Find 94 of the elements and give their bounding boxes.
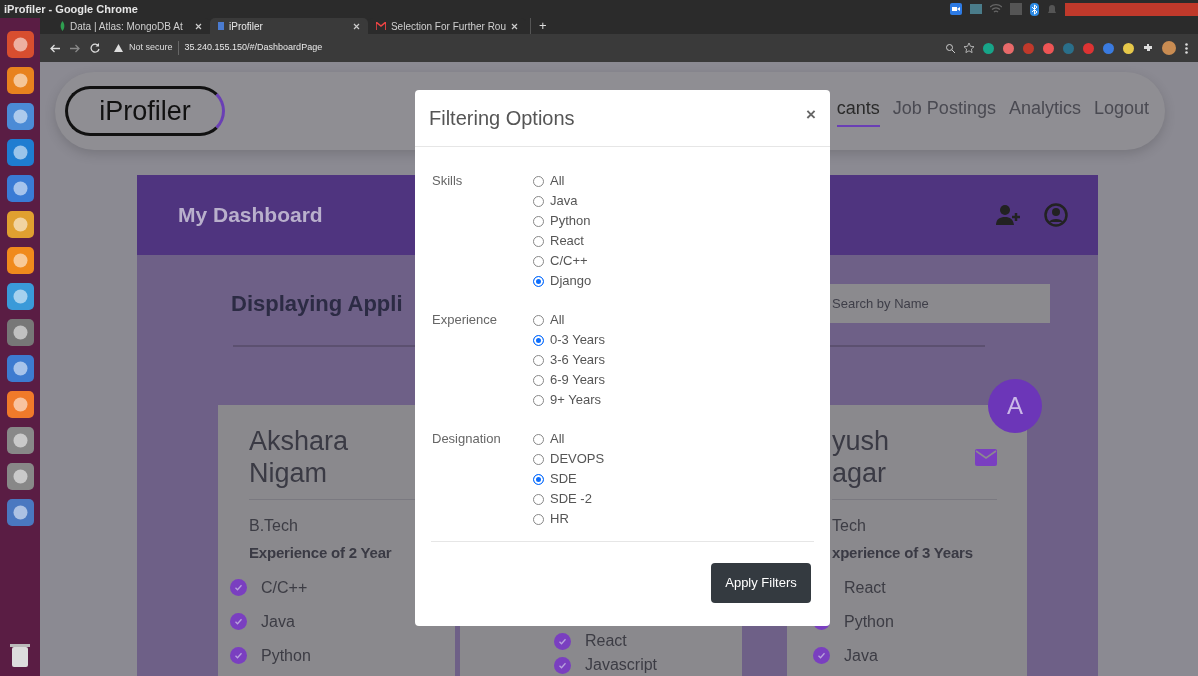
- app-launcher-icon[interactable]: [6, 211, 34, 238]
- skill-label: Java: [844, 646, 878, 665]
- skill-label: React: [585, 632, 627, 650]
- close-icon[interactable]: [195, 22, 202, 30]
- skill-label: Javascript: [585, 656, 658, 674]
- url-text[interactable]: 35.240.155.150/#/DashboardPage: [184, 41, 323, 55]
- apply-filters-button[interactable]: Apply Filters: [711, 563, 811, 603]
- experience-text: xperience of 3 Years: [832, 543, 974, 563]
- video-camera-icon: [950, 3, 962, 15]
- wifi-icon: [990, 4, 1002, 14]
- radio-option[interactable]: 6-9 Years: [533, 370, 605, 390]
- leaf-icon: [60, 21, 65, 31]
- skill-label: Python: [844, 612, 894, 631]
- app-launcher-icon[interactable]: [6, 103, 34, 130]
- app-launcher-icon[interactable]: [6, 499, 34, 526]
- degree-text: Tech: [832, 516, 867, 536]
- check-circle-icon: [813, 647, 830, 664]
- check-circle-icon: [554, 632, 571, 650]
- browser-tab[interactable]: iProfiler: [210, 18, 368, 34]
- filter-label: Skills: [432, 172, 464, 190]
- applicant-name: agar: [832, 457, 888, 489]
- radio-option[interactable]: 3-6 Years: [533, 350, 605, 370]
- close-icon[interactable]: [353, 22, 360, 30]
- check-circle-icon: [230, 647, 247, 664]
- bluetooth-icon: [1030, 2, 1039, 16]
- radio-option[interactable]: SDE -2: [533, 489, 605, 509]
- window-title: iProfiler - Google Chrome: [4, 1, 138, 17]
- check-circle-icon: [230, 613, 247, 630]
- radio-option[interactable]: 9+ Years: [533, 390, 605, 410]
- check-circle-icon: [230, 579, 247, 596]
- extension-icon[interactable]: [1123, 42, 1134, 54]
- radio-option[interactable]: All: [533, 310, 605, 330]
- app-launcher-icon[interactable]: [6, 31, 34, 58]
- reload-icon[interactable]: [90, 43, 100, 53]
- radio-option[interactable]: Java: [533, 191, 592, 211]
- avatar-badge: A: [988, 379, 1042, 433]
- puzzle-icon[interactable]: [1143, 43, 1153, 53]
- dialog-title: Filtering Options: [429, 106, 575, 131]
- bell-icon: [1047, 3, 1057, 15]
- app-launcher-icon[interactable]: [6, 319, 34, 346]
- radio-option[interactable]: React: [533, 231, 592, 251]
- radio-option[interactable]: SDE: [533, 469, 605, 489]
- monitor-icon: [970, 3, 982, 15]
- security-label: Not secure: [129, 41, 179, 55]
- app-launcher-icon[interactable]: [6, 139, 34, 166]
- app-launcher-icon[interactable]: [6, 175, 34, 202]
- search-field[interactable]: Search by Name: [830, 283, 1050, 323]
- app-launcher-icon[interactable]: [6, 463, 34, 490]
- radio-option[interactable]: All: [533, 429, 605, 449]
- applicant-name: yush: [832, 425, 890, 457]
- radio-option[interactable]: Django: [533, 271, 592, 291]
- filter-label: Designation: [432, 430, 502, 448]
- keyboard-layout-icon: [1010, 3, 1022, 15]
- radio-option[interactable]: DEVOPS: [533, 449, 605, 469]
- app-launcher-icon[interactable]: [6, 283, 34, 310]
- menu-icon[interactable]: [1185, 42, 1188, 54]
- dashboard-title: My Dashboard: [178, 202, 323, 229]
- mail-m-icon: [376, 22, 386, 30]
- extension-icon[interactable]: [983, 42, 994, 54]
- profile-avatar-icon[interactable]: [1162, 41, 1176, 55]
- close-icon[interactable]: [511, 22, 518, 30]
- radio-option[interactable]: C/C++: [533, 251, 592, 271]
- trash-icon[interactable]: [9, 642, 31, 668]
- check-circle-icon: [554, 656, 571, 674]
- skill-label: React: [844, 578, 886, 597]
- app-launcher-icon[interactable]: [6, 67, 34, 94]
- forward-arrow-icon[interactable]: [70, 43, 80, 53]
- close-button[interactable]: ×: [806, 105, 816, 123]
- section-heading: Displaying Appli: [231, 289, 403, 318]
- zoom-icon[interactable]: [946, 43, 955, 53]
- app-launcher-icon[interactable]: [6, 355, 34, 382]
- applicant-name: Akshara: [249, 425, 349, 457]
- star-icon[interactable]: [964, 43, 974, 53]
- warning-icon: [114, 44, 123, 52]
- app-launcher-icon[interactable]: [6, 427, 34, 454]
- skill-label: Python: [261, 646, 311, 665]
- app-launcher-icon[interactable]: [6, 247, 34, 274]
- applicant-name: Nigam: [249, 457, 329, 489]
- experience-text: Experience of 2 Year: [249, 543, 393, 563]
- radio-option[interactable]: HR: [533, 509, 605, 529]
- radio-option[interactable]: Python: [533, 211, 592, 231]
- degree-text: B.Tech: [249, 516, 299, 536]
- radio-option[interactable]: All: [533, 171, 592, 191]
- logo[interactable]: iProfiler: [65, 86, 225, 136]
- nav-link[interactable]: cants: [836, 95, 880, 127]
- back-arrow-icon[interactable]: [50, 43, 60, 53]
- app-launcher-icon[interactable]: [6, 391, 34, 418]
- radio-option[interactable]: 0-3 Years: [533, 330, 605, 350]
- extension-icon[interactable]: [1003, 42, 1014, 54]
- extension-icon[interactable]: [1043, 42, 1054, 54]
- skill-label: C/C++: [261, 578, 308, 597]
- skill-label: Java: [261, 612, 295, 631]
- page-icon: [218, 22, 224, 30]
- filter-label: Experience: [432, 311, 499, 329]
